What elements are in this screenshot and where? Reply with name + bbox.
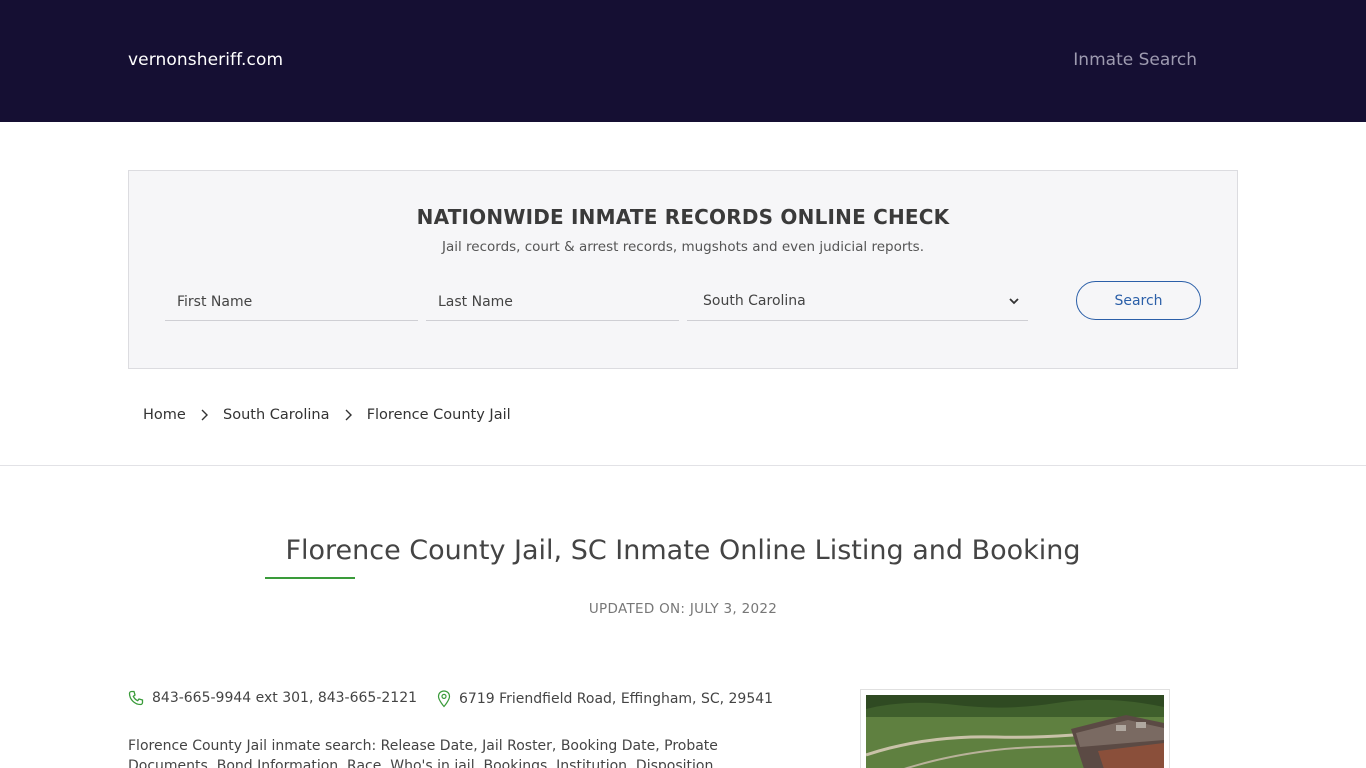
phone-number-link[interactable]: 843-665-9944 ext 301, 843-665-2121	[152, 690, 417, 706]
address-contact: 6719 Friendfield Road, Effingham, SC, 29…	[437, 690, 773, 708]
location-pin-icon	[437, 690, 451, 708]
first-name-input[interactable]	[165, 283, 418, 321]
chevron-right-icon	[334, 407, 362, 423]
chevron-down-icon	[1009, 298, 1019, 305]
jail-photo-image	[866, 695, 1164, 768]
phone-contact: 843-665-9944 ext 301, 843-665-2121	[128, 690, 417, 706]
inmate-search-panel: NATIONWIDE INMATE RECORDS ONLINE CHECK J…	[128, 170, 1238, 369]
jail-photo	[860, 689, 1170, 768]
address-link[interactable]: 6719 Friendfield Road, Effingham, SC, 29…	[459, 691, 773, 707]
page-title: Florence County Jail, SC Inmate Online L…	[285, 535, 1081, 566]
title-underline	[265, 577, 355, 579]
breadcrumb-current: Florence County Jail	[366, 407, 511, 423]
jail-description: Florence County Jail inmate search: Rele…	[128, 738, 718, 768]
nav-inmate-search-link[interactable]: Inmate Search	[1073, 50, 1197, 70]
state-select-value: South Carolina	[703, 293, 806, 309]
breadcrumb: Home South Carolina Florence County Jail	[143, 407, 511, 423]
panel-subtitle: Jail records, court & arrest records, mu…	[441, 239, 925, 255]
section-divider	[0, 465, 1366, 466]
search-button[interactable]: Search	[1076, 281, 1201, 320]
panel-title: NATIONWIDE INMATE RECORDS ONLINE CHECK	[416, 205, 950, 229]
state-select[interactable]: South Carolina	[687, 283, 1028, 321]
chevron-right-icon	[190, 407, 218, 423]
updated-date: UPDATED ON: JULY 3, 2022	[588, 601, 778, 617]
breadcrumb-state-link[interactable]: South Carolina	[223, 407, 329, 423]
last-name-input[interactable]	[426, 283, 679, 321]
breadcrumb-home-link[interactable]: Home	[143, 407, 186, 423]
site-brand-link[interactable]: vernonsheriff.com	[128, 50, 283, 70]
phone-icon	[128, 690, 144, 706]
top-navbar: vernonsheriff.com Inmate Search	[0, 0, 1366, 122]
